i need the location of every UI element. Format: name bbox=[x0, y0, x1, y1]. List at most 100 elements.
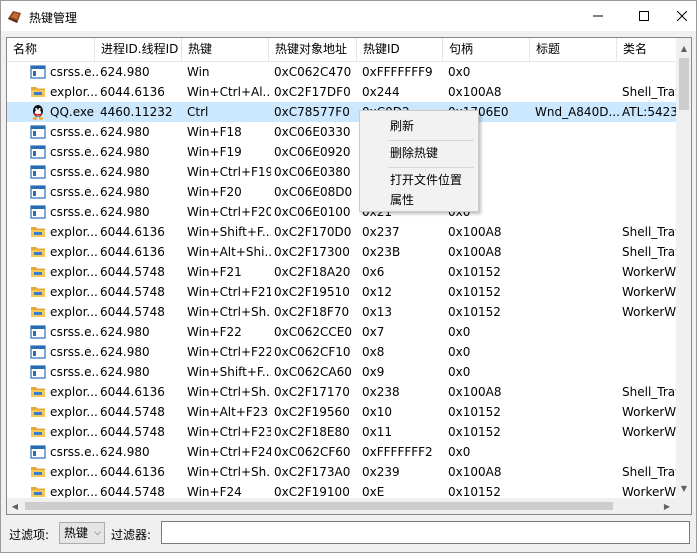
cell-pid-tid: 624.980 bbox=[100, 65, 150, 79]
table-row[interactable]: explor... 6044.5748 Win+F21 0xC2F18A20 0x6 0x… bbox=[7, 262, 677, 282]
cell-class-name bbox=[622, 362, 677, 382]
cell-window-title bbox=[535, 462, 619, 482]
table-row[interactable]: explor... 6044.6136 Win+Ctrl+Sh... 0xC2F173… bbox=[7, 462, 677, 482]
cell-window-title bbox=[535, 382, 619, 402]
cell-process-name: explor... bbox=[50, 285, 98, 299]
maximize-icon bbox=[639, 11, 649, 21]
title-bar[interactable]: 热键管理 bbox=[1, 1, 696, 31]
cell-hotkey: Win+Shift+F... bbox=[187, 365, 271, 379]
cell-class-name bbox=[622, 442, 677, 462]
table-row[interactable]: csrss.e...624.980Win+F200xC06E08D00x210x… bbox=[7, 182, 677, 202]
cell-class-name: Shell_Tray bbox=[622, 85, 677, 99]
cell-window-title bbox=[535, 62, 619, 82]
cell-hotkey: Win+F22 bbox=[187, 325, 242, 339]
menu-item-properties[interactable]: 属性 bbox=[362, 189, 476, 211]
horizontal-scroll-thumb[interactable] bbox=[25, 502, 613, 510]
console-window-icon bbox=[30, 204, 46, 220]
table-row[interactable]: csrss.e... 624.980 Win+Ctrl+F24 0xC062CF60 0… bbox=[7, 442, 677, 462]
column-header-pid-tid[interactable]: 进程ID.线程ID bbox=[95, 38, 182, 61]
column-header-handle[interactable]: 句柄 bbox=[443, 38, 530, 61]
table-row[interactable]: explor... 6044.5748 Win+Ctrl+F21 0xC2F19510… bbox=[7, 282, 677, 302]
cell-process-name: csrss.e... bbox=[50, 365, 98, 379]
cell-object-address: 0xC06E0100 bbox=[274, 205, 351, 219]
table-row[interactable]: explor... 6044.6136 Win+Ctrl+Sh... 0xC2F171… bbox=[7, 382, 677, 402]
column-header-name[interactable]: 名称 bbox=[7, 38, 95, 61]
scroll-up-icon[interactable]: ▲ bbox=[676, 40, 691, 56]
cell-hotkey-id: 0xFFFFFFF9 bbox=[362, 65, 433, 79]
cell-hotkey-id: 0x8 bbox=[362, 345, 385, 359]
qq-penguin-icon bbox=[30, 104, 46, 120]
column-header-class[interactable]: 类名 bbox=[617, 38, 677, 61]
vertical-scroll-thumb[interactable] bbox=[679, 58, 689, 110]
vertical-scrollbar[interactable]: ▲ ▼ bbox=[676, 38, 691, 498]
cell-hotkey-id: 0x11 bbox=[362, 425, 393, 439]
cell-window-title bbox=[535, 142, 619, 162]
close-button[interactable] bbox=[667, 1, 697, 31]
cell-class-name: ATL:54230 bbox=[622, 105, 677, 119]
cell-handle: 0x0 bbox=[448, 65, 471, 79]
filter-item-value: 热键 bbox=[64, 526, 89, 540]
cell-window-title bbox=[535, 282, 619, 302]
scroll-right-icon[interactable]: ▶ bbox=[659, 498, 675, 514]
table-row[interactable]: csrss.e... 624.980 Win 0xC062C470 0xFFFFFFF9… bbox=[7, 62, 677, 82]
column-header-object-address[interactable]: 热键对象地址 bbox=[269, 38, 357, 61]
cell-hotkey-id: 0x244 bbox=[362, 85, 400, 99]
cell-window-title bbox=[535, 242, 619, 262]
table-row[interactable]: csrss.e... 624.980 Win+Ctrl+F22 0xC062CF10 0… bbox=[7, 342, 677, 362]
table-row[interactable]: explor... 6044.6136 Win+Ctrl+Al... 0xC2F17D… bbox=[7, 82, 677, 102]
table-row[interactable]: explor... 6044.6136 Win+Alt+Shi... 0xC2F173… bbox=[7, 242, 677, 262]
cell-hotkey: Win+Alt+Shi... bbox=[187, 245, 271, 259]
cell-class-name: WorkerW bbox=[622, 305, 677, 319]
menu-item-open-file-location[interactable]: 打开文件位置 bbox=[362, 169, 476, 191]
table-row[interactable]: explor... 6044.5748 Win+Ctrl+Sh... 0xC2F18F… bbox=[7, 302, 677, 322]
table-row[interactable]: explor... 6044.5748 Win+Ctrl+F23 0xC2F18E80… bbox=[7, 422, 677, 442]
table-row[interactable]: csrss.e...624.980Win+F190xC06E09200x1F0x… bbox=[7, 142, 677, 162]
cell-process-name: csrss.e... bbox=[50, 325, 98, 339]
cell-process-name: csrss.e... bbox=[50, 185, 98, 199]
menu-separator bbox=[388, 167, 474, 168]
cell-class-name bbox=[622, 122, 677, 142]
column-header-hotkey[interactable]: 热键 bbox=[182, 38, 269, 61]
scroll-down-icon[interactable]: ▼ bbox=[676, 480, 691, 496]
table-row[interactable]: explor... 6044.5748 Win+Alt+F23 0xC2F19560 0… bbox=[7, 402, 677, 422]
cell-process-name: explor... bbox=[50, 385, 98, 399]
column-header-hotkey-id[interactable]: 热键ID bbox=[357, 38, 443, 61]
cell-hotkey: Win+Alt+F23 bbox=[187, 405, 269, 419]
maximize-button[interactable] bbox=[621, 1, 667, 31]
cell-handle: 0x0 bbox=[448, 365, 471, 379]
explorer-folder-icon bbox=[30, 304, 46, 320]
cell-object-address: 0xC06E0330 bbox=[274, 125, 351, 139]
filter-input[interactable] bbox=[161, 521, 690, 544]
menu-item-delete-hotkey[interactable]: 删除热键 bbox=[362, 142, 476, 164]
cell-hotkey: Win+F21 bbox=[187, 265, 242, 279]
cell-pid-tid: 6044.6136 bbox=[100, 245, 165, 259]
filter-item-select[interactable]: 热键 ⌵ bbox=[59, 522, 105, 544]
cell-object-address: 0xC062CA60 bbox=[274, 365, 352, 379]
table-row[interactable]: csrss.e... 624.980 Win+Shift+F... 0xC062CA6… bbox=[7, 362, 677, 382]
cell-object-address: 0xC2F17300 bbox=[274, 245, 350, 259]
table-row[interactable]: explor... 6044.6136 Win+Shift+F... 0xC2F170… bbox=[7, 222, 677, 242]
cell-process-name: csrss.e... bbox=[50, 125, 98, 139]
cell-process-name: csrss.e... bbox=[50, 65, 98, 79]
table-row[interactable]: csrss.e... 624.980 Win+F22 0xC062CCE0 0x7 0x0 bbox=[7, 322, 677, 342]
menu-item-refresh[interactable]: 刷新 bbox=[362, 115, 476, 137]
table-row[interactable]: csrss.e...624.980Win+F180xC06E03300x1E0x… bbox=[7, 122, 677, 142]
cell-pid-tid: 6044.6136 bbox=[100, 225, 165, 239]
scroll-left-icon[interactable]: ◀ bbox=[7, 498, 23, 514]
hotkey-list[interactable]: 名称 进程ID.线程ID 热键 热键对象地址 热键ID 句柄 标题 类名 csr… bbox=[6, 37, 692, 515]
explorer-folder-icon bbox=[30, 244, 46, 260]
cell-class-name bbox=[622, 162, 677, 182]
cell-hotkey: Win+Ctrl+F19 bbox=[187, 165, 271, 179]
table-row[interactable]: csrss.e... 624.980 Win+Ctrl+F20 0xC06E0100 0… bbox=[7, 202, 677, 222]
column-header-title[interactable]: 标题 bbox=[530, 38, 617, 61]
table-row[interactable]: QQ.exe4460.11232Ctrl0xC78577F00xC0D20x17… bbox=[7, 102, 677, 122]
cell-hotkey: Win+Ctrl+F20 bbox=[187, 205, 271, 219]
cell-process-name: explor... bbox=[50, 265, 98, 279]
cell-hotkey-id: 0x7 bbox=[362, 325, 385, 339]
cell-window-title bbox=[535, 402, 619, 422]
minimize-button[interactable] bbox=[575, 1, 621, 31]
table-row[interactable]: csrss.e...624.980Win+Ctrl+F190xC06E03800… bbox=[7, 162, 677, 182]
cell-window-title bbox=[535, 302, 619, 322]
horizontal-scrollbar[interactable]: ◀ ▶ bbox=[7, 498, 676, 514]
cell-process-name: explor... bbox=[50, 405, 98, 419]
